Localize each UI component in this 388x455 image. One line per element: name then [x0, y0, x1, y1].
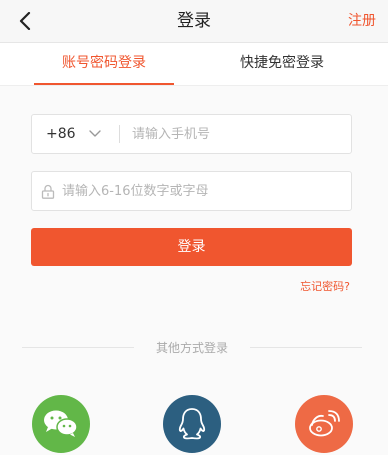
weibo-icon	[309, 410, 340, 437]
password-field	[31, 171, 352, 211]
chevron-down-icon[interactable]	[88, 128, 102, 140]
forgot-password-link[interactable]: 忘记密码?	[300, 278, 350, 294]
register-link[interactable]: 注册	[348, 0, 376, 42]
other-login-divider: 其他方式登录	[0, 338, 388, 358]
other-login-label: 其他方式登录	[155, 341, 228, 355]
divider-line-left	[22, 347, 134, 348]
password-input[interactable]	[62, 172, 342, 210]
field-divider	[119, 125, 120, 143]
lock-icon	[41, 184, 55, 199]
phone-input[interactable]	[132, 115, 342, 153]
qq-login-button[interactable]	[163, 395, 221, 453]
page-title: 登录	[177, 11, 211, 31]
country-code-select[interactable]: +86	[46, 115, 76, 153]
login-button[interactable]: 登录	[31, 228, 352, 266]
tab-account-password[interactable]: 账号密码登录	[34, 43, 174, 85]
divider-line-right	[250, 347, 362, 348]
wechat-login-button[interactable]	[32, 395, 90, 453]
login-screen: 登录 注册 账号密码登录 快捷免密登录 +86 登录 忘记密码? 其他方式登录	[0, 0, 388, 455]
tab-quick-login[interactable]: 快捷免密登录	[212, 43, 352, 83]
nav-bar: 登录 注册	[0, 0, 388, 43]
login-tabs: 账号密码登录 快捷免密登录	[0, 43, 388, 86]
qq-icon	[178, 408, 206, 440]
phone-field: +86	[31, 114, 352, 154]
weibo-login-button[interactable]	[295, 395, 353, 453]
wechat-icon	[44, 410, 78, 437]
